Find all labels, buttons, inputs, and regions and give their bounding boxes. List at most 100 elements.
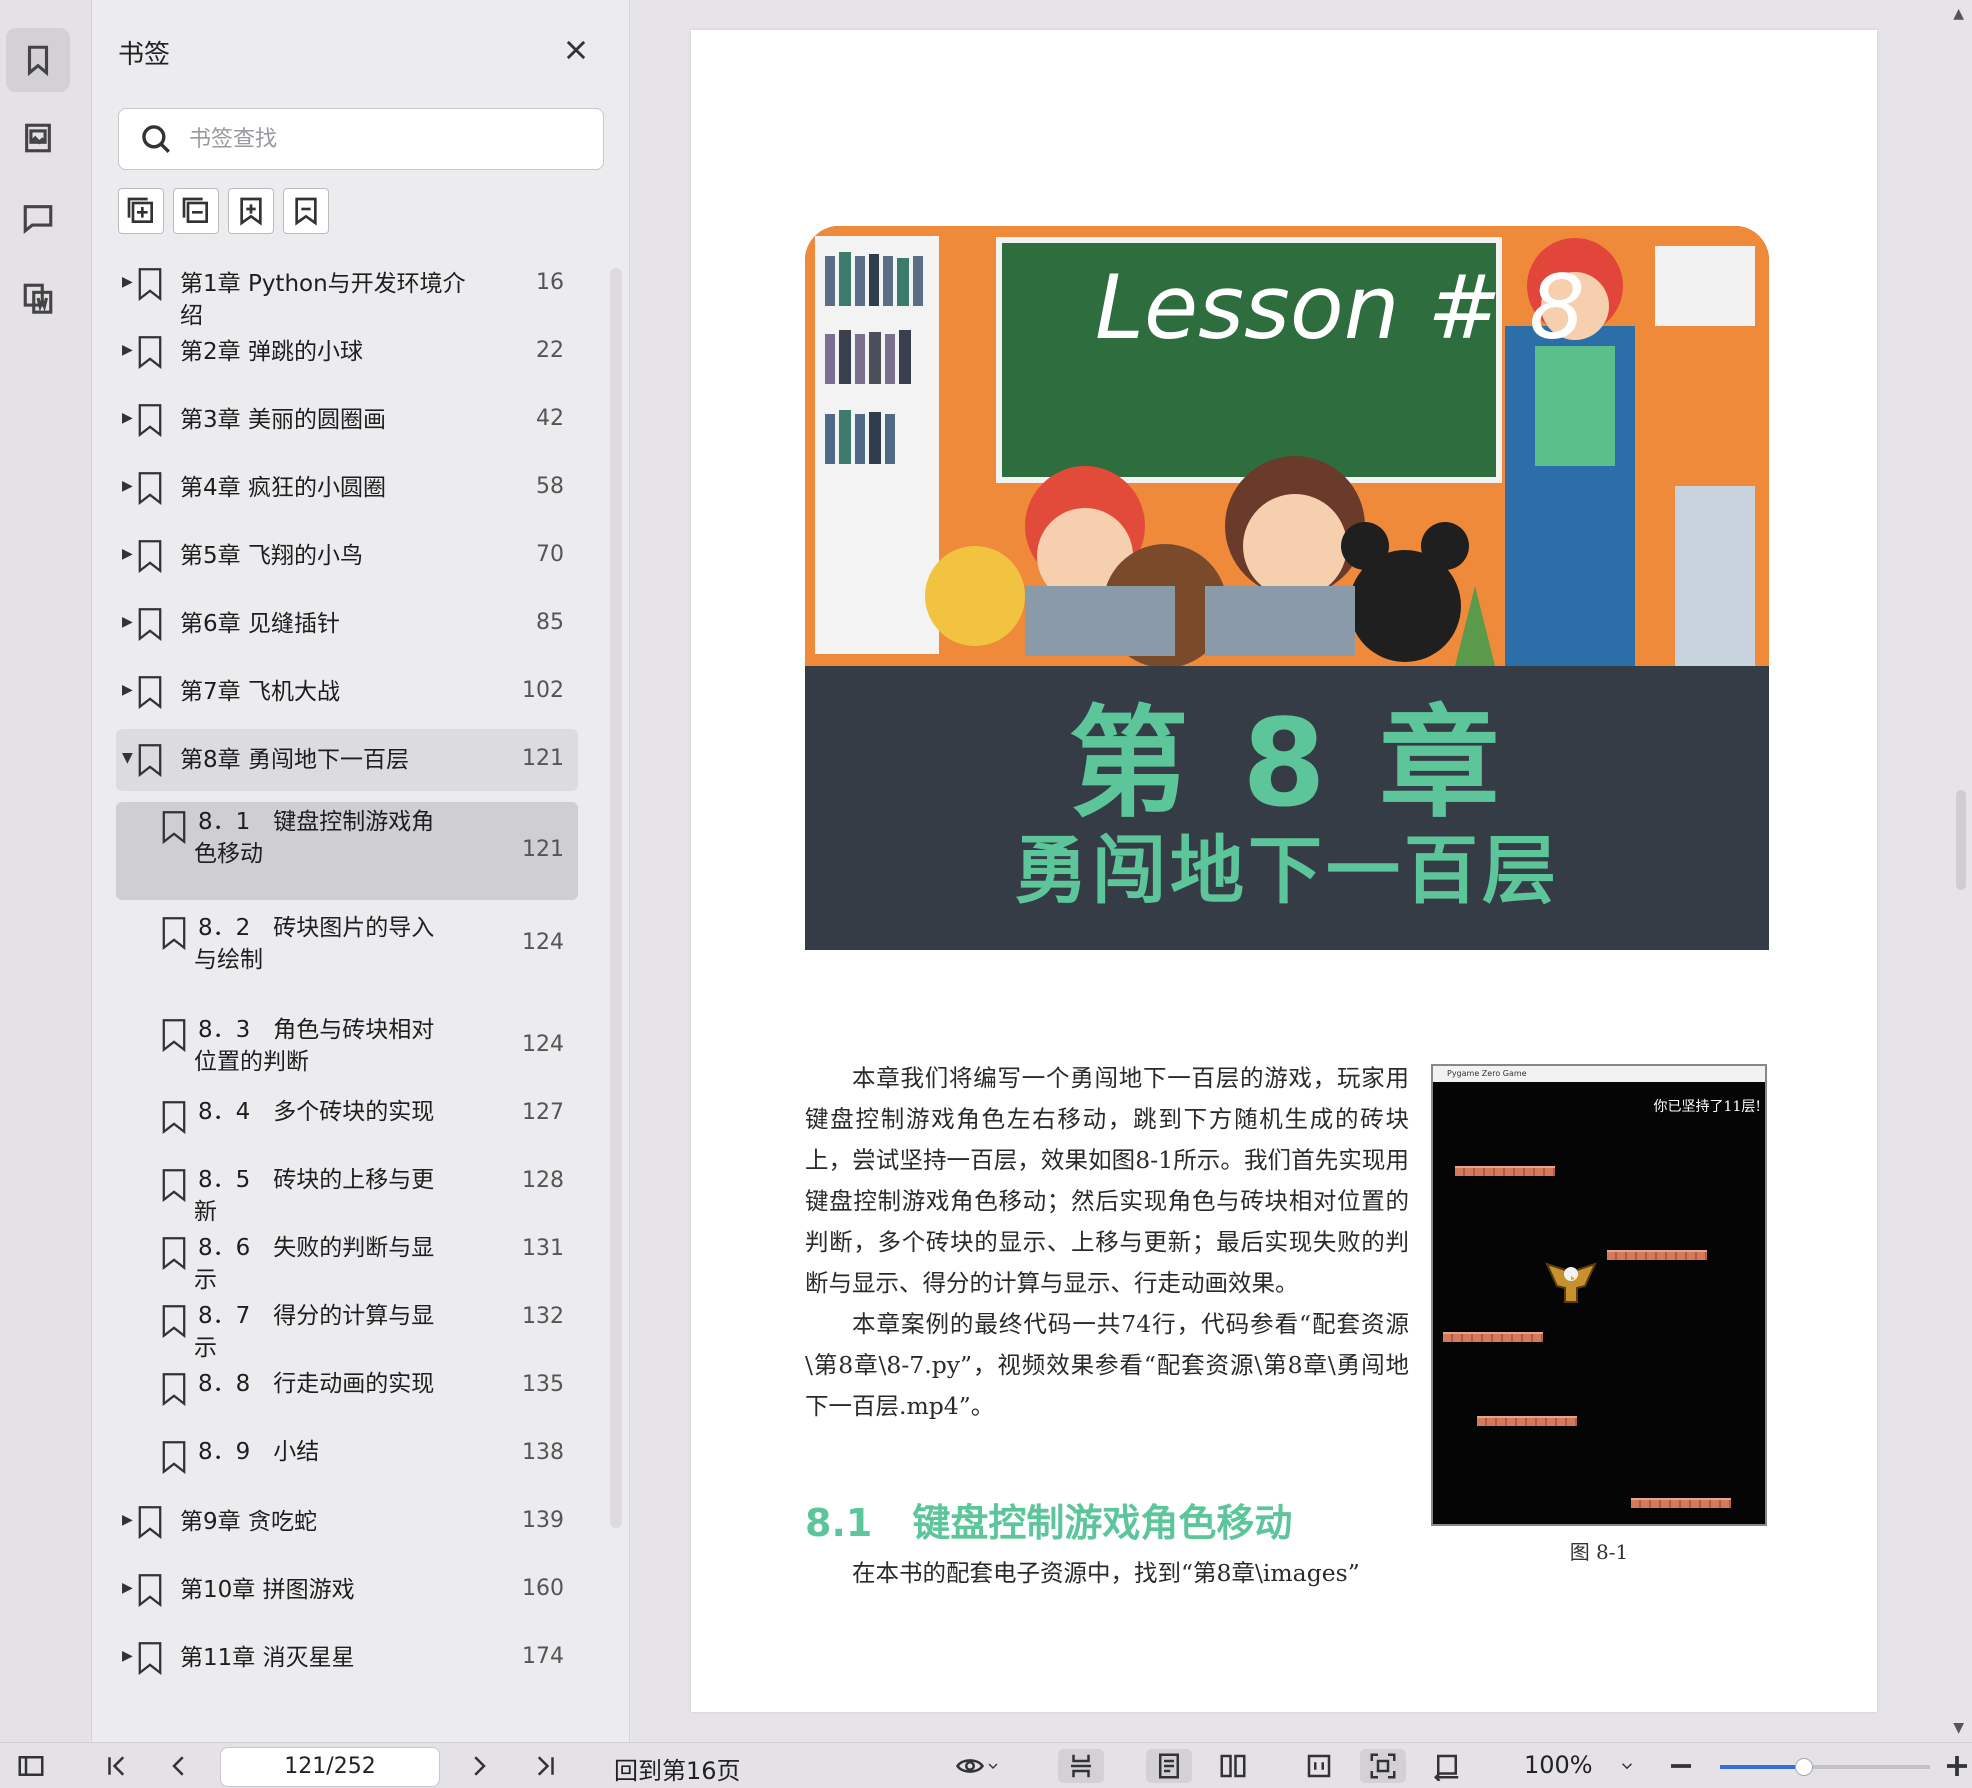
caret-right-icon[interactable]: ▶ [122, 478, 133, 494]
previous-page-button[interactable] [162, 1749, 196, 1783]
bookmark-tab-button[interactable] [6, 28, 70, 92]
bookmark-label: 8．6 失败的判断与显示 [194, 1235, 435, 1293]
zoom-level[interactable]: 100% [1524, 1751, 1593, 1779]
caret-right-icon[interactable]: ▶ [122, 682, 133, 698]
single-page-button[interactable] [1146, 1749, 1192, 1783]
bookmark-page-number: 70 [536, 542, 564, 567]
bookmark-chapter-item[interactable]: ▶ 第2章 弹跳的小球 22 [116, 330, 578, 374]
chapter-subtitle: 勇闯地下一百层 [1014, 828, 1560, 914]
zoom-slider[interactable] [1720, 1758, 1930, 1776]
search-box[interactable] [118, 108, 604, 170]
bookmark-search-input[interactable] [189, 126, 569, 152]
bookmark-chapter-item[interactable]: ▶ 第10章 拼图游戏 160 [116, 1568, 578, 1612]
bookmark-section-item[interactable]: 8．4 多个砖块的实现 127 [116, 1092, 578, 1136]
bookmark-section-item[interactable]: 8．2 砖块图片的导入与绘制 124 [116, 908, 578, 980]
bookmark-section-item[interactable]: 8．9 小结 138 [116, 1432, 578, 1476]
back-to-page-link[interactable]: 回到第16页 [614, 1751, 741, 1786]
bookmark-icon [160, 1100, 188, 1135]
figure-score-text: 你已坚持了11层! [1653, 1099, 1761, 1115]
bookmark-label: 8．3 角色与砖块相对位置的判断 [194, 1017, 435, 1075]
continuous-page-icon [1071, 1754, 1091, 1778]
bookmark-page-number: 124 [522, 930, 564, 955]
first-page-button[interactable] [100, 1749, 134, 1783]
section-number: 8.1 [805, 1501, 873, 1545]
comment-tab-button[interactable] [6, 186, 70, 250]
caret-right-icon[interactable]: ▶ [122, 546, 133, 562]
thumbnail-tab-button[interactable] [6, 106, 70, 170]
close-panel-button[interactable] [562, 36, 590, 64]
zoom-dropdown[interactable] [1614, 1749, 1640, 1783]
bookmark-scrollbar[interactable] [610, 268, 622, 1528]
scroll-up-arrow[interactable]: ▲ [1953, 6, 1964, 22]
bookmark-section-item[interactable]: 8．1 键盘控制游戏角色移动 121 [116, 802, 578, 900]
zoom-out-button[interactable] [1664, 1749, 1698, 1783]
bookmark-chapter-item[interactable]: ▶ 第5章 飞翔的小鸟 70 [116, 534, 578, 578]
bookmark-label: 第1章 Python与开发环境介绍 [180, 271, 466, 329]
bookmark-label: 8．8 行走动画的实现 [198, 1371, 435, 1397]
bookmark-section-item[interactable]: 8．7 得分的计算与显示 132 [116, 1296, 578, 1361]
bookmark-label: 第9章 贪吃蛇 [180, 1509, 317, 1535]
bookmark-icon [160, 1236, 188, 1271]
caret-right-icon[interactable]: ▶ [122, 274, 133, 290]
bookmark-label: 第3章 美丽的圆圈画 [180, 407, 386, 433]
caret-right-icon[interactable]: ▶ [122, 614, 133, 630]
bookmark-page-number: 102 [522, 678, 564, 703]
bookmark-section-item[interactable]: 8．6 失败的判断与显示 131 [116, 1228, 578, 1293]
scroll-down-arrow[interactable]: ▼ [1953, 1720, 1964, 1736]
caret-right-icon[interactable]: ▶ [122, 1580, 133, 1596]
bookmark-section-item[interactable]: 8．3 角色与砖块相对位置的判断 124 [116, 1010, 578, 1082]
page-number-input[interactable]: 121/252 [220, 1747, 440, 1787]
document-scrollbar[interactable] [1956, 790, 1966, 890]
two-page-button[interactable] [1210, 1749, 1256, 1783]
bookmark-icon [136, 335, 164, 370]
actual-size-icon [1307, 1754, 1331, 1778]
bookmark-page-number: 127 [522, 1100, 564, 1125]
minus-icon [1671, 1764, 1691, 1768]
bookmark-section-item[interactable]: 8．5 砖块的上移与更新 128 [116, 1160, 578, 1225]
toggle-sidebar-button[interactable] [14, 1749, 48, 1783]
next-page-button[interactable] [462, 1749, 496, 1783]
bookmark-chapter-item[interactable]: ▶ 第4章 疯狂的小圆圈 58 [116, 466, 578, 510]
paragraph-1: 本章我们将编写一个勇闯地下一百层的游戏，玩家用键盘控制游戏角色左右移动，跳到下方… [805, 1064, 1409, 1297]
chevron-down-icon [1621, 1763, 1633, 1770]
bookmark-label: 第11章 消灭星星 [180, 1645, 355, 1671]
reading-mode-button[interactable] [948, 1749, 1008, 1783]
bookmark-chapter-item[interactable]: ▶ 第11章 消灭星星 174 [116, 1636, 578, 1680]
remove-bookmark-button[interactable] [283, 188, 329, 234]
zoom-slider-knob[interactable] [1795, 1758, 1813, 1776]
expand-all-button[interactable] [118, 188, 164, 234]
brick [1443, 1332, 1543, 1342]
zoom-in-button[interactable] [1942, 1749, 1972, 1783]
bookmark-icon [160, 810, 188, 845]
document-page: Lesson # 8 第 8 章 勇闯地下一百层 本章我们将编写一个勇闯地下一百… [691, 30, 1877, 1712]
bookmark-label: 第2章 弹跳的小球 [180, 339, 363, 365]
bookmark-chapter-item[interactable]: ▶ 第7章 飞机大战 102 [116, 670, 578, 714]
bookmark-label: 8．7 得分的计算与显示 [194, 1303, 435, 1361]
bookmark-label: 第4章 疯狂的小圆圈 [180, 475, 386, 501]
caret-right-icon[interactable]: ▶ [122, 1648, 133, 1664]
last-page-button[interactable] [528, 1749, 562, 1783]
figure-caption: 图 8-1 [1569, 1540, 1629, 1564]
caret-right-icon[interactable]: ▶ [122, 1512, 133, 1528]
caret-right-icon[interactable]: ▶ [122, 410, 133, 426]
collapse-all-button[interactable] [173, 188, 219, 234]
fit-page-button[interactable] [1360, 1749, 1406, 1783]
attachment-tab-button[interactable] [6, 266, 70, 330]
actual-size-button[interactable] [1296, 1749, 1342, 1783]
bookmark-chapter-item[interactable]: ▶ 第1章 Python与开发环境介绍 16 [116, 262, 578, 329]
add-bookmark-button[interactable] [228, 188, 274, 234]
continuous-scroll-button[interactable] [1058, 1749, 1104, 1783]
bookmark-chapter-item[interactable]: ▶ 第3章 美丽的圆圈画 42 [116, 398, 578, 442]
bookmark-chapter-item[interactable]: ▶ 第9章 贪吃蛇 139 [116, 1500, 578, 1544]
bookmark-page-number: 22 [536, 338, 564, 363]
caret-down-icon[interactable]: ▼ [122, 750, 133, 766]
bookmark-page-number: 121 [522, 746, 564, 771]
caret-right-icon[interactable]: ▶ [122, 342, 133, 358]
fit-width-button[interactable] [1424, 1749, 1470, 1783]
document-view: Lesson # 8 第 8 章 勇闯地下一百层 本章我们将编写一个勇闯地下一百… [631, 0, 1972, 1742]
bookmark-chapter-item[interactable]: ▶ 第6章 见缝插针 85 [116, 602, 578, 646]
bookmark-section-item[interactable]: 8．8 行走动画的实现 135 [116, 1364, 578, 1408]
eye-icon [955, 1759, 985, 1773]
bookmark-chapter-item[interactable]: ▼ 第8章 勇闯地下一百层 121 [116, 729, 578, 791]
bookmark-page-number: 42 [536, 406, 564, 431]
